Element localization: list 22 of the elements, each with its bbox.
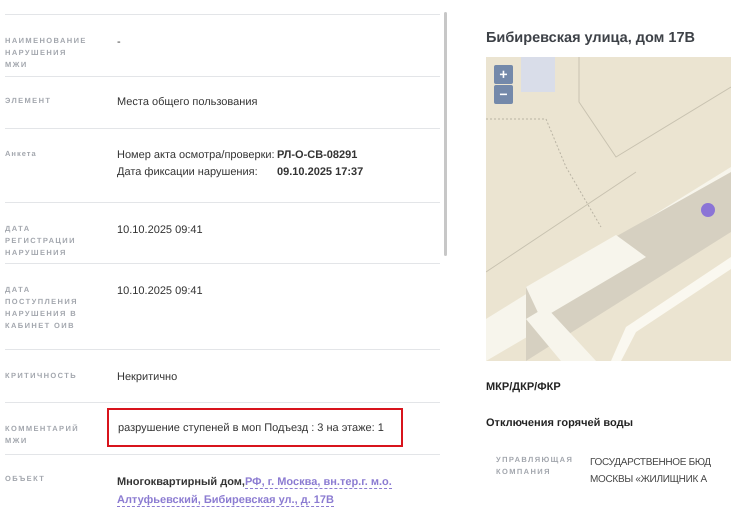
field-value: РЛ-О-СВ-08291 xyxy=(277,148,358,163)
field-key: Дата фиксации нарушения: xyxy=(117,162,277,182)
section-heading: Отключения горячей воды xyxy=(486,416,634,430)
zoom-in-button[interactable]: + xyxy=(494,65,513,84)
field-value: МОСКВЫ «ЖИЛИЩНИК А xyxy=(590,473,708,487)
field-key: Номер акта осмотра/проверки: xyxy=(117,145,277,165)
field-value: ГОСУДАРСТВЕННОЕ БЮД xyxy=(590,456,711,470)
address-link[interactable]: Алтуфьевский, Бибиревская ул., д. 17В xyxy=(117,494,334,507)
field-value: разрушение ступеней в моп Подъезд : 3 на этаже: 1 xyxy=(107,408,403,447)
field-value: 10.10.2025 09:41 xyxy=(117,284,203,298)
field-value: Места общего пользования xyxy=(117,95,258,109)
field-value: 09.10.2025 17:37 xyxy=(277,165,364,180)
field-value: - xyxy=(117,35,121,49)
zoom-out-button[interactable]: − xyxy=(494,85,513,104)
location-marker xyxy=(700,202,716,218)
address-link[interactable]: РФ, г. Москва, вн.тер.г. м.о. xyxy=(244,476,392,489)
section-heading: МКР/ДКР/ФКР xyxy=(486,380,562,394)
address-title: Бибиревская улица, дом 17В xyxy=(486,29,696,47)
object-type: Многоквартирный дом, xyxy=(117,476,245,488)
field-value: 10.10.2025 09:41 xyxy=(117,223,203,237)
field-value: Некритично xyxy=(117,370,178,384)
scrollbar-thumb[interactable] xyxy=(444,12,447,256)
